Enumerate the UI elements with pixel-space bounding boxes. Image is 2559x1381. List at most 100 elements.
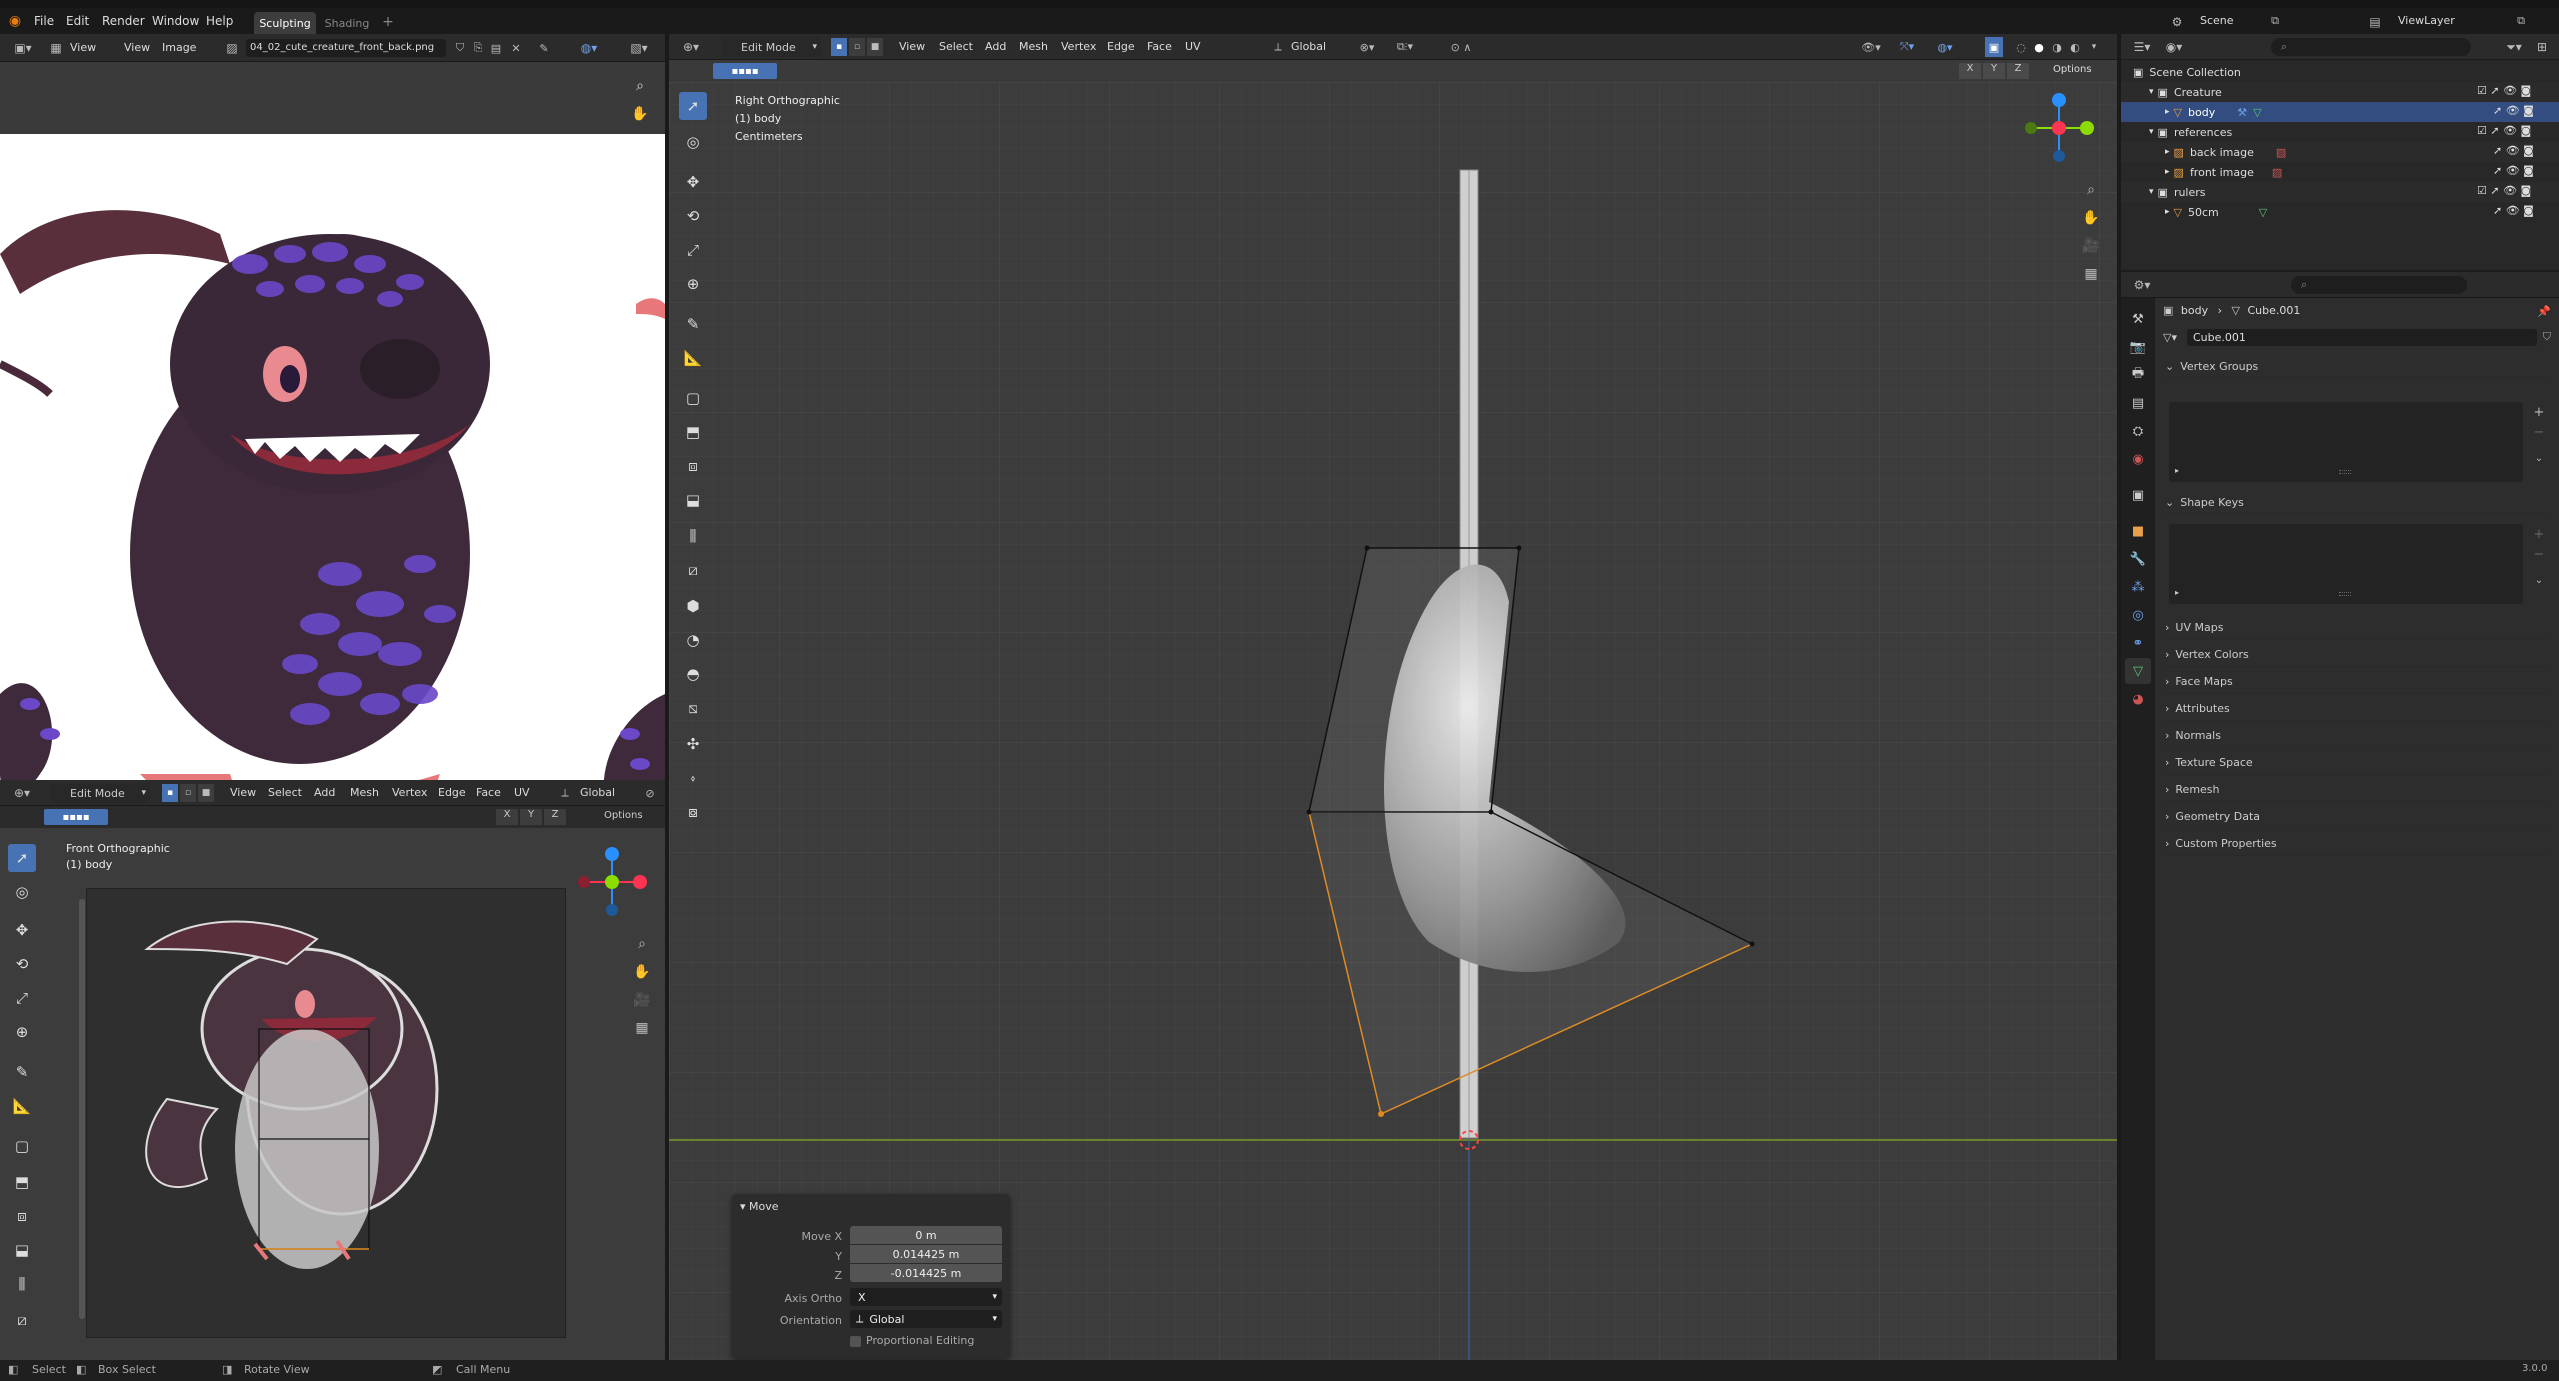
main-menu-select[interactable]: Select — [939, 34, 973, 59]
main-rotate-tool-icon[interactable]: ⟲ — [679, 202, 707, 230]
left-select-mode-icons[interactable]: ▪▪▪▪ — [44, 809, 108, 825]
menu-file[interactable]: File — [34, 8, 54, 34]
material-tab-icon[interactable]: ◕ — [2125, 686, 2151, 712]
main-snap-icon[interactable]: ⧉⫶▾ — [1387, 37, 1423, 57]
left-face-select-icon[interactable]: ■ — [198, 784, 214, 802]
creature-toggles[interactable]: ☑ ➚ 👁 ◙ — [2477, 84, 2531, 97]
image-browse-icon[interactable]: ▨ — [222, 38, 242, 58]
main-pivot-icon[interactable]: ⊗▾ — [1353, 37, 1381, 57]
properties-pin-icon[interactable]: 📌 — [2535, 302, 2553, 320]
outliner-scene-collection[interactable]: ▣ Scene Collection — [2121, 62, 2559, 82]
main-shading-options-icon[interactable]: ▾ — [2087, 37, 2101, 57]
main-mode-select[interactable]: Edit Mode ▾ — [721, 37, 821, 57]
add-workspace-button[interactable]: + — [378, 12, 398, 32]
orientation-select[interactable]: ⟂ Global ▾ — [850, 1310, 1002, 1328]
left-viewport-area[interactable]: ➚ ◎ ✥ ⟲ ⤢ ⊕ ✎ 📐 ▢ ⬒ ⧈ ⬓ ⫼ ⧄ Front Orthog… — [0, 828, 665, 1360]
left-vertex-select-icon[interactable]: ▪ — [162, 784, 178, 802]
main-loopcut-tool-icon[interactable]: ⫼ — [679, 522, 707, 550]
left-menu-view[interactable]: View — [230, 780, 256, 805]
left-menu-add[interactable]: Add — [314, 780, 335, 805]
world-tab-icon[interactable]: ◉ — [2125, 446, 2151, 472]
vertex-groups-menu-button[interactable]: ⌄ — [2529, 448, 2549, 468]
move-operator-panel[interactable]: ▾ Move Move X 0 m Y 0.014425 m Z -0.0144… — [732, 1194, 1010, 1358]
main-viewport-area[interactable]: ➚ ◎ ✥ ⟲ ⤢ ⊕ ✎ 📐 ▢ ⬒ ⧈ ⬓ ⫼ ⧄ ⬢ ◔ ◓ ⧅ ✣ ⬫ … — [669, 82, 2117, 1360]
left-grid-icon[interactable]: ▦ — [630, 1016, 654, 1040]
left-menu-vertex[interactable]: Vertex — [392, 780, 427, 805]
viewlayer-name[interactable]: ViewLayer — [2398, 14, 2455, 27]
main-vertex-select-icon[interactable]: ▪ — [831, 38, 847, 56]
proportional-label[interactable]: Proportional Editing — [866, 1334, 974, 1347]
left-transform-tool-icon[interactable]: ⊕ — [8, 1018, 36, 1046]
left-axis-x[interactable]: X — [496, 809, 518, 825]
data-tab-icon[interactable]: ▽ — [2125, 658, 2151, 684]
image-mode-icon[interactable]: ▦ — [46, 38, 66, 58]
main-shrink-tool-icon[interactable]: ✣ — [679, 730, 707, 758]
outliner-search-input[interactable]: ⌕ — [2271, 38, 2471, 56]
tab-shading[interactable]: Shading — [322, 12, 372, 34]
expand-50cm-icon[interactable]: ▸ — [2165, 207, 2170, 217]
breadcrumb-object[interactable]: body — [2181, 304, 2208, 317]
main-cursor-tool-icon[interactable]: ◎ — [679, 128, 707, 156]
main-menu-add[interactable]: Add — [985, 34, 1006, 59]
shape-keys-expand-icon[interactable]: ▸ — [2175, 588, 2179, 597]
image-menu-image[interactable]: Image — [162, 34, 196, 61]
left-inset-tool-icon[interactable]: ⧈ — [8, 1202, 36, 1230]
section-uv-maps[interactable]: › UV Maps — [2165, 616, 2549, 640]
proportional-checkbox[interactable] — [850, 1336, 861, 1347]
main-menu-vertex[interactable]: Vertex — [1061, 34, 1096, 59]
references-toggles[interactable]: ☑ ➚ 👁 ◙ — [2477, 124, 2531, 137]
left-add-cube-tool-icon[interactable]: ▢ — [8, 1132, 36, 1160]
left-knife-tool-icon[interactable]: ⧄ — [8, 1306, 36, 1334]
main-add-cube-tool-icon[interactable]: ▢ — [679, 384, 707, 412]
main-knife-tool-icon[interactable]: ⧄ — [679, 556, 707, 584]
vertex-groups-resize-handle[interactable] — [2339, 470, 2351, 474]
properties-search-input[interactable]: ⌕ — [2291, 276, 2467, 294]
left-scrollbar[interactable] — [79, 899, 85, 1319]
main-select-tool-icon[interactable]: ➚ — [679, 92, 707, 120]
expand-back-image-icon[interactable]: ▸ — [2165, 147, 2170, 157]
image-overlay-icon[interactable]: ◍▾ — [576, 38, 602, 58]
blender-logo-icon[interactable]: ◉ — [6, 12, 24, 30]
menu-edit[interactable]: Edit — [66, 8, 89, 34]
image-zoom-icon[interactable]: ⌕ — [628, 74, 652, 98]
properties-editor-type-icon[interactable]: ⚙▾ — [2129, 275, 2155, 295]
main-shading-render-icon[interactable]: ◐ — [2067, 37, 2083, 57]
move-panel-title[interactable]: ▾ Move — [740, 1200, 779, 1213]
main-polybuild-tool-icon[interactable]: ⬢ — [679, 592, 707, 620]
section-texture-space[interactable]: › Texture Space — [2165, 751, 2549, 775]
main-camera-icon[interactable]: 🎥 — [2079, 234, 2103, 258]
tab-sculpting[interactable]: Sculpting — [254, 12, 316, 34]
left-menu-select[interactable]: Select — [268, 780, 302, 805]
expand-references-icon[interactable]: ▾ — [2149, 127, 2154, 137]
left-axis-toggles[interactable]: X Y Z — [496, 809, 566, 825]
left-move-tool-icon[interactable]: ✥ — [8, 916, 36, 944]
main-xray-icon[interactable]: ▣ — [1985, 37, 2003, 57]
left-nav-gizmo[interactable] — [572, 842, 652, 922]
outliner-display-mode-icon[interactable]: ◉▾ — [2161, 37, 2187, 57]
main-annotate-tool-icon[interactable]: ✎ — [679, 310, 707, 338]
particles-tab-icon[interactable]: ⁂ — [2125, 574, 2151, 600]
left-pan-icon[interactable]: ✋ — [630, 960, 654, 984]
viewlayer-browse-icon[interactable]: ⧉ — [2512, 12, 2530, 30]
main-axis-toggles[interactable]: X Y Z — [1959, 63, 2029, 79]
main-shading-wire-icon[interactable]: ◌ — [2013, 37, 2029, 57]
main-axis-x[interactable]: X — [1959, 63, 1981, 79]
physics-tab-icon[interactable]: ◎ — [2125, 602, 2151, 628]
main-options-button[interactable]: Options — [2053, 64, 2092, 75]
shape-keys-resize-handle[interactable] — [2339, 592, 2351, 596]
left-orientation-icon[interactable]: ⟂ — [556, 783, 574, 803]
collection-tab-icon[interactable]: ▣ — [2125, 482, 2151, 508]
image-display-icon[interactable]: ▧▾ — [626, 38, 652, 58]
section-custom-properties[interactable]: › Custom Properties — [2165, 832, 2549, 856]
image-editor-area[interactable]: ⌕ ✋ — [0, 62, 665, 839]
left-orientation-label[interactable]: Global — [580, 780, 615, 805]
menu-help[interactable]: Help — [206, 8, 233, 34]
body-toggles[interactable]: ➚ 👁 ◙ — [2493, 104, 2534, 117]
section-vertex-groups[interactable]: ⌄ Vertex Groups — [2165, 356, 2549, 378]
main-shading-solid-icon[interactable]: ● — [2031, 37, 2047, 57]
left-loopcut-tool-icon[interactable]: ⫼ — [8, 1270, 36, 1298]
back-image-toggles[interactable]: ➚ 👁 ◙ — [2493, 144, 2534, 157]
main-zoom-icon[interactable]: ⌕ — [2079, 178, 2103, 202]
left-bevel-tool-icon[interactable]: ⬓ — [8, 1236, 36, 1264]
section-vertex-colors[interactable]: › Vertex Colors — [2165, 643, 2549, 667]
